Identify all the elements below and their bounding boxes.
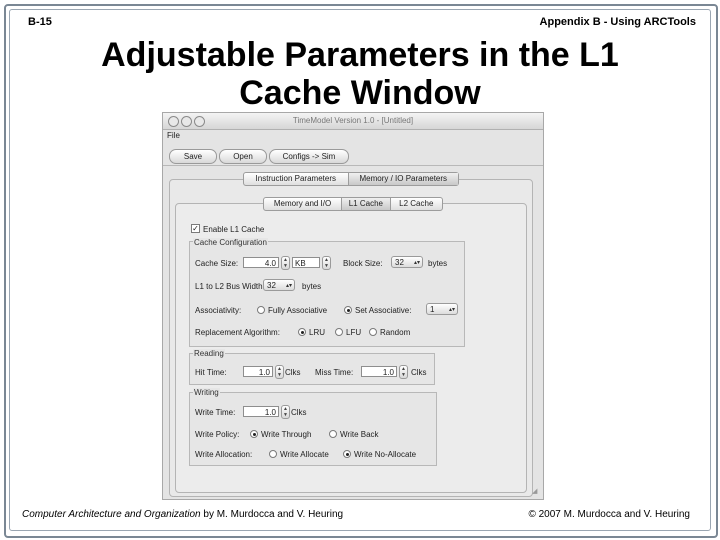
sub-tab-bar: Memory and I/O L1 Cache L2 Cache: [263, 197, 443, 211]
bus-width-label: L1 to L2 Bus Width:: [195, 282, 265, 291]
toolbar-separator: [163, 165, 543, 166]
slide-title-line1: Adjustable Parameters in the L1: [101, 36, 619, 74]
write-time-label: Write Time:: [195, 408, 236, 417]
tab-memory-and-io[interactable]: Memory and I/O: [264, 198, 343, 210]
bus-width-select[interactable]: 32 ▴▾: [263, 279, 295, 291]
cache-configuration-title: Cache Configuration: [193, 238, 268, 247]
block-size-label: Block Size:: [343, 259, 383, 268]
menu-file[interactable]: File: [167, 131, 180, 140]
write-back-radio[interactable]: [329, 430, 337, 438]
associativity-label: Associativity:: [195, 306, 242, 315]
slide-title: Adjustable Parameters in the L1 Cache Wi…: [0, 36, 720, 112]
random-label: Random: [380, 328, 411, 337]
cache-size-stepper[interactable]: ▲ ▼: [281, 256, 290, 270]
top-tab-bar: Instruction Parameters Memory / IO Param…: [243, 172, 459, 186]
footer-citation: Computer Architecture and Organization b…: [22, 509, 343, 520]
hit-time-label: Hit Time:: [195, 368, 227, 377]
open-button[interactable]: Open: [219, 149, 267, 164]
save-button[interactable]: Save: [169, 149, 217, 164]
write-allocation-label: Write Allocation:: [195, 450, 253, 459]
replacement-label: Replacement Algorithm:: [195, 328, 280, 337]
fully-associative-label: Fully Associative: [268, 306, 328, 315]
timemodel-window: TimeModel Version 1.0 - [Untitled] File …: [162, 112, 544, 500]
write-time-unit: Clks: [291, 408, 307, 417]
chevron-updown-icon: ▴▾: [413, 260, 420, 266]
enable-l1-checkbox[interactable]: ✓: [191, 224, 200, 233]
slide-number: B-15: [28, 16, 52, 28]
block-size-select[interactable]: 32 ▴▾: [391, 256, 423, 268]
tab-l2-cache[interactable]: L2 Cache: [391, 198, 442, 210]
write-no-allocate-radio[interactable]: [343, 450, 351, 458]
lru-label: LRU: [309, 328, 326, 337]
set-associative-label: Set Associative:: [355, 306, 412, 315]
miss-time-label: Miss Time:: [315, 368, 354, 377]
write-back-label: Write Back: [340, 430, 379, 439]
footer-copyright: © 2007 M. Murdocca and V. Heuring: [528, 509, 690, 520]
resize-grip-icon[interactable]: ◢: [532, 488, 540, 496]
write-time-stepper[interactable]: ▲ ▼: [281, 405, 290, 419]
configs-to-sim-button[interactable]: Configs -> Sim: [269, 149, 349, 164]
chevron-updown-icon: ▴▾: [448, 307, 455, 313]
window-titlebar: TimeModel Version 1.0 - [Untitled]: [163, 113, 543, 130]
bus-width-unit: bytes: [302, 282, 322, 291]
write-allocate-label: Write Allocate: [280, 450, 329, 459]
block-size-unit: bytes: [428, 259, 448, 268]
menu-bar: File: [163, 130, 543, 142]
cache-size-unit-field[interactable]: KB: [292, 257, 320, 268]
fully-associative-radio[interactable]: [257, 306, 265, 314]
bus-width-value: 32: [267, 281, 276, 290]
hit-time-field[interactable]: 1.0: [243, 366, 273, 377]
cache-size-field[interactable]: 4.0: [243, 257, 279, 268]
tab-memory-io-parameters[interactable]: Memory / IO Parameters: [348, 173, 458, 185]
slide-header: Appendix B - Using ARCTools: [539, 16, 696, 28]
book-authors: by M. Murdocca and V. Heuring: [200, 509, 344, 520]
block-size-value: 32: [395, 258, 404, 267]
lfu-label: LFU: [346, 328, 362, 337]
window-title: TimeModel Version 1.0 - [Untitled]: [292, 116, 414, 125]
reading-title: Reading: [193, 349, 225, 358]
write-no-allocate-label: Write No-Allocate: [354, 450, 417, 459]
miss-time-field[interactable]: 1.0: [361, 366, 397, 377]
book-title: Computer Architecture and Organization: [22, 509, 201, 520]
set-associative-radio[interactable]: [344, 306, 352, 314]
write-allocate-radio[interactable]: [269, 450, 277, 458]
cache-size-label: Cache Size:: [195, 259, 239, 268]
lfu-radio[interactable]: [335, 328, 343, 336]
hit-time-unit: Clks: [285, 368, 301, 377]
write-through-radio[interactable]: [250, 430, 258, 438]
tab-instruction-parameters[interactable]: Instruction Parameters: [244, 173, 349, 185]
write-time-field[interactable]: 1.0: [243, 406, 279, 417]
write-through-label: Write Through: [261, 430, 312, 439]
enable-l1-label: Enable L1 Cache: [203, 225, 265, 234]
writing-title: Writing: [193, 388, 220, 397]
hit-time-stepper[interactable]: ▲ ▼: [275, 365, 284, 379]
miss-time-stepper[interactable]: ▲ ▼: [399, 365, 408, 379]
lru-radio[interactable]: [298, 328, 306, 336]
cache-size-unit-stepper[interactable]: ▲ ▼: [322, 256, 331, 270]
set-associative-value: 1: [430, 305, 435, 314]
random-radio[interactable]: [369, 328, 377, 336]
chevron-updown-icon: ▴▾: [285, 283, 292, 289]
set-associative-select[interactable]: 1 ▴▾: [426, 303, 458, 315]
tab-l1-cache[interactable]: L1 Cache: [342, 198, 391, 210]
write-policy-label: Write Policy:: [195, 430, 240, 439]
miss-time-unit: Clks: [411, 368, 427, 377]
slide-title-line2: Cache Window: [239, 74, 481, 112]
